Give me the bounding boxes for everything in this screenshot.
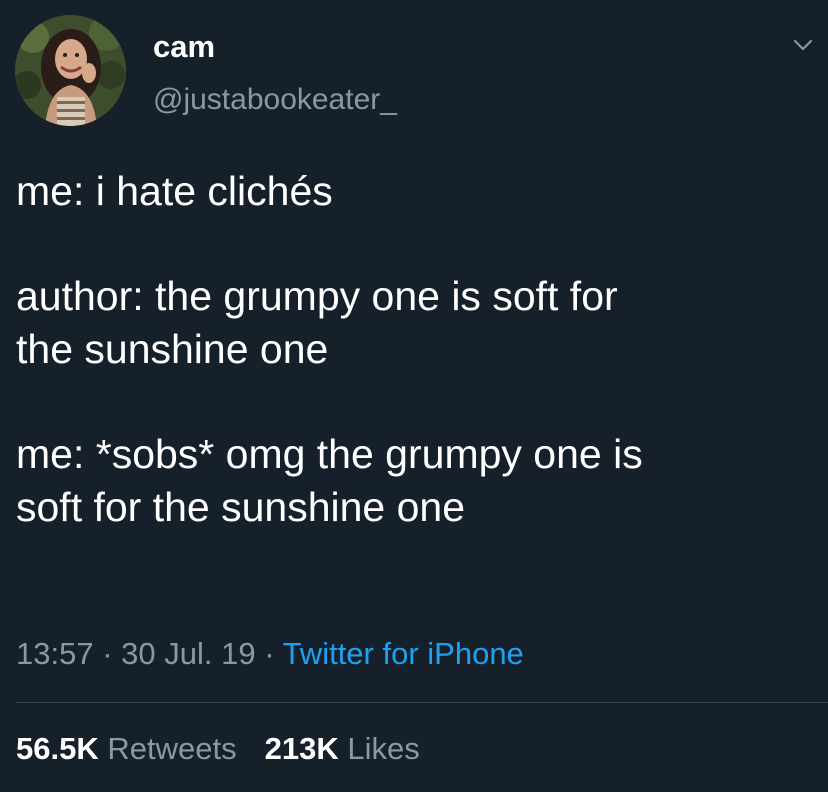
likes-label: Likes [347, 731, 420, 766]
avatar[interactable] [15, 15, 126, 126]
retweets-count: 56.5K [16, 731, 99, 766]
tweet-line: soft for the sunshine one [16, 484, 466, 530]
display-name[interactable]: cam [153, 29, 215, 65]
tweet-text: me: i hate clichés author: the grumpy on… [16, 165, 816, 534]
tweet-date: 30 Jul. 19 [121, 636, 256, 671]
tweet-line: me: *sobs* omg the grumpy one is [16, 431, 643, 477]
retweets-label: Retweets [107, 731, 237, 766]
tweet-source-link[interactable]: Twitter for iPhone [283, 636, 524, 671]
likes-stat[interactable]: 213K Likes [265, 731, 420, 766]
tweet-line: author: the grumpy one is soft for [16, 273, 618, 319]
avatar-photo [15, 15, 126, 126]
meta-separator: · [255, 636, 283, 671]
tweet-line: me: i hate clichés [16, 168, 333, 214]
tweet-stats: 56.5K Retweets 213K Likes [16, 731, 420, 767]
tweet-time: 13:57 [16, 636, 94, 671]
divider [16, 702, 828, 703]
retweets-stat[interactable]: 56.5K Retweets [16, 731, 237, 766]
likes-count: 213K [264, 731, 339, 766]
tweet-line: the sunshine one [16, 326, 329, 372]
tweet-meta: 13:57 · 30 Jul. 19 · Twitter for iPhone [16, 636, 524, 672]
chevron-down-icon[interactable] [789, 32, 817, 58]
meta-separator: · [93, 636, 122, 671]
user-handle[interactable]: @justabookeater_ [153, 82, 397, 118]
tweet-card: cam @justabookeater_ me: i hate clichés … [0, 0, 828, 792]
